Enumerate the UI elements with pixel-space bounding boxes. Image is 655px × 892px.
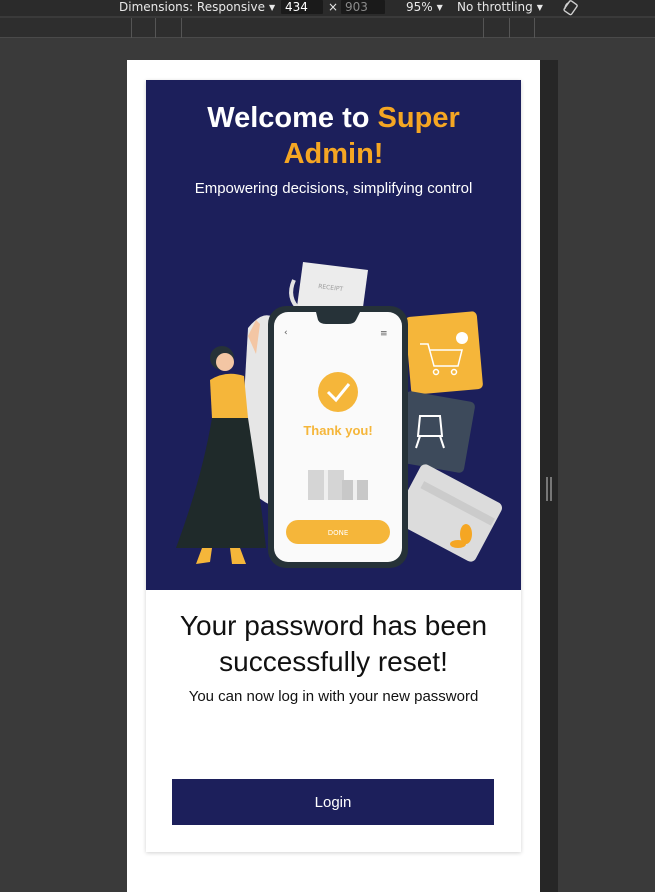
hero-subtitle: Empowering decisions, simplifying contro… — [194, 180, 473, 197]
caret-down-icon: ▼ — [268, 3, 276, 12]
caret-down-icon: ▼ — [536, 3, 543, 12]
cart-card-icon — [405, 311, 483, 395]
login-button[interactable]: Login — [172, 779, 494, 825]
back-icon: ‹ — [284, 328, 288, 338]
check-circle-icon — [318, 372, 358, 412]
thank-you-text: Thank you! — [303, 423, 372, 438]
width-input[interactable]: 434 — [281, 0, 323, 14]
viewport-gutter — [540, 60, 558, 892]
ruler-tick — [483, 18, 484, 38]
media-query-bar — [0, 18, 655, 38]
done-text: DONE — [328, 529, 349, 537]
ruler-tick — [534, 18, 535, 38]
hero-title-prefix: Welcome to — [207, 102, 378, 134]
credit-card-icon — [394, 464, 502, 562]
throttling-dropdown[interactable]: No throttling ▼ — [457, 0, 543, 16]
ruler-tick — [509, 18, 510, 38]
zoom-dropdown[interactable]: 95% ▼ — [406, 0, 443, 16]
success-subtitle: You can now log in with your new passwor… — [188, 688, 479, 705]
phone-icon: ‹ ≡ Thank you! DONE — [268, 306, 408, 568]
ruler-tick — [181, 18, 182, 38]
ruler-tick — [155, 18, 156, 38]
height-input[interactable]: 903 — [341, 0, 385, 14]
hero-title: Welcome to Super Admin! — [166, 100, 501, 172]
menu-icon: ≡ — [380, 329, 388, 339]
dimension-separator: × — [328, 0, 339, 14]
resize-handle-icon[interactable] — [546, 477, 552, 501]
throttling-label: No throttling — [457, 0, 533, 14]
hero-banner: Welcome to Super Admin! Empowering decis… — [146, 80, 521, 590]
dimensions-label: Dimensions: Responsive — [119, 0, 265, 14]
reset-success-card: Welcome to Super Admin! Empowering decis… — [146, 80, 521, 852]
ruler-tick — [131, 18, 132, 38]
caret-down-icon: ▼ — [436, 3, 443, 12]
devtools-toolbar: Dimensions: Responsive ▼ 434 × 903 95% ▼ N… — [0, 0, 655, 16]
success-title: Your password has been successfully rese… — [179, 610, 488, 677]
zoom-label: 95% — [406, 0, 433, 14]
rotate-icon[interactable] — [563, 0, 579, 16]
thank-you-illustration: RECEIPT ‹ ≡ Thank you! DONE — [176, 262, 502, 568]
dimensions-dropdown[interactable]: Dimensions: Responsive ▼ — [119, 0, 275, 16]
